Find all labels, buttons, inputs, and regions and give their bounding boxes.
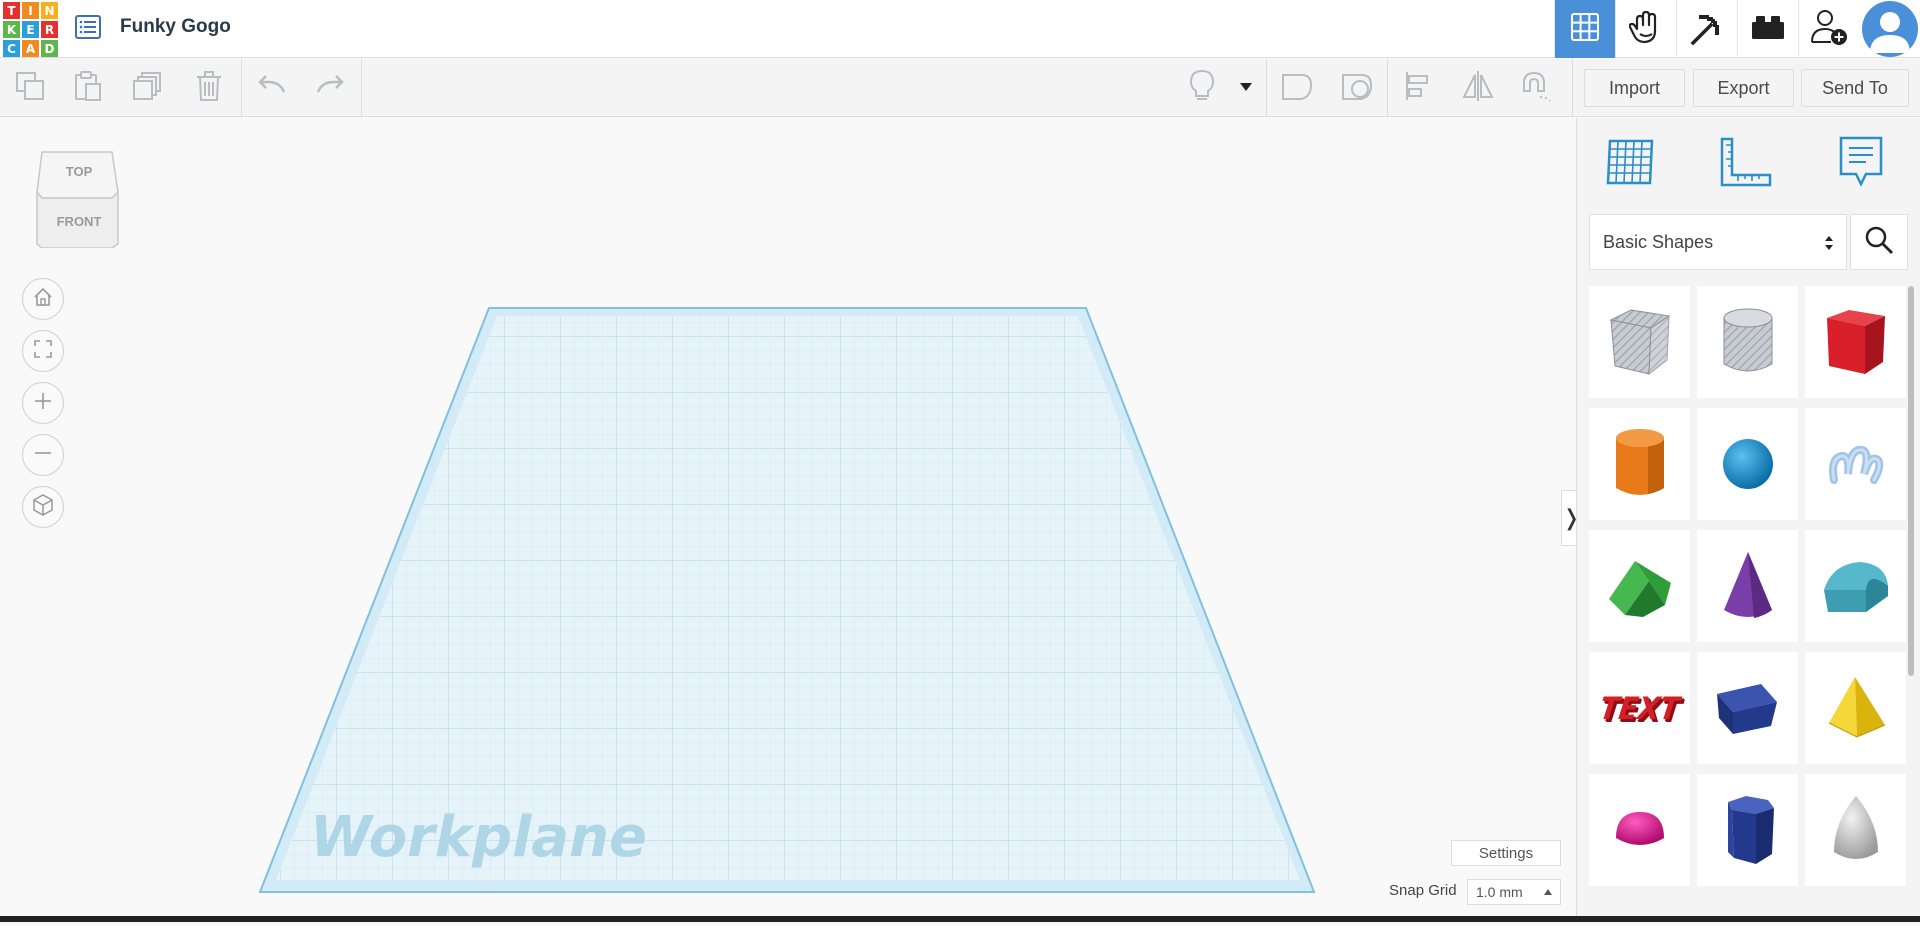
ruler-icon	[1718, 135, 1774, 194]
settings-button[interactable]: Settings	[1451, 840, 1561, 866]
hand-icon	[1628, 9, 1663, 50]
shape-wedge[interactable]	[1697, 652, 1798, 764]
solid-shape-button[interactable]	[1277, 69, 1317, 107]
workplane-grid-icon	[1604, 135, 1658, 194]
edit-toolbar: Import Export Send To	[0, 59, 1920, 117]
design-list-icon[interactable]	[74, 13, 102, 41]
logo-letter: I	[22, 2, 39, 19]
light-dropdown-button[interactable]	[1228, 69, 1264, 107]
export-button[interactable]: Export	[1693, 69, 1794, 107]
viewcube-top-label: TOP	[65, 164, 93, 179]
duplicate-button[interactable]	[128, 69, 168, 107]
notes-light-button[interactable]	[1182, 69, 1222, 107]
logo-letter: N	[41, 2, 58, 19]
workplane-label: Workplane	[310, 805, 647, 870]
shape-scribble[interactable]	[1805, 408, 1906, 520]
shape-roof[interactable]	[1589, 530, 1690, 642]
shapes-panel: Basic Shapes TEXT	[1576, 118, 1920, 922]
duplicate-icon	[132, 70, 164, 107]
ruler-tool-button[interactable]	[1716, 134, 1776, 194]
shape-cylinder-hole[interactable]	[1697, 286, 1798, 398]
shape-box-hole[interactable]	[1589, 286, 1690, 398]
logo-letter: A	[22, 40, 39, 57]
shape-polygon[interactable]	[1697, 774, 1798, 886]
snap-grid-value: 1.0 mm	[1476, 884, 1523, 900]
minecraft-button[interactable]	[1676, 0, 1737, 58]
shape-cone[interactable]	[1697, 530, 1798, 642]
logo-letter: K	[3, 21, 20, 38]
paste-icon	[72, 70, 104, 107]
cruise-button[interactable]	[1516, 69, 1556, 107]
trash-icon	[193, 70, 225, 107]
logo-letter: C	[3, 40, 20, 57]
redo-button[interactable]	[310, 69, 350, 107]
shape-box[interactable]	[1805, 286, 1906, 398]
mirror-icon	[1461, 69, 1495, 108]
codeblocks-button[interactable]	[1615, 0, 1676, 58]
shape-half-sphere[interactable]	[1589, 774, 1690, 886]
top-bar: TIN KER CAD Funky Gogo	[0, 0, 1920, 58]
shape-round-roof[interactable]	[1805, 530, 1906, 642]
panel-scrollbar[interactable]	[1908, 286, 1914, 676]
lightbulb-icon	[1188, 69, 1216, 108]
document-title[interactable]: Funky Gogo	[120, 16, 231, 38]
shape-library-select[interactable]: Basic Shapes	[1589, 214, 1847, 270]
shape-hole-icon	[1340, 69, 1374, 108]
top-right-buttons	[1554, 0, 1920, 58]
select-arrows-icon	[1824, 232, 1834, 254]
magnet-icon	[1518, 69, 1554, 108]
copy-icon	[14, 70, 46, 107]
workplane-tool-button[interactable]	[1601, 134, 1661, 194]
shape-cylinder[interactable]	[1589, 408, 1690, 520]
shape-search-button[interactable]	[1850, 214, 1908, 270]
shape-sphere[interactable]	[1697, 408, 1798, 520]
shape-grid: TEXT	[1589, 286, 1911, 926]
3d-design-view-button[interactable]	[1554, 0, 1615, 58]
mirror-button[interactable]	[1458, 69, 1498, 107]
hole-shape-button[interactable]	[1337, 69, 1377, 107]
user-avatar[interactable]	[1859, 0, 1920, 58]
snap-grid-label: Snap Grid	[1389, 882, 1457, 899]
tinkercad-logo[interactable]: TIN KER CAD	[2, 1, 58, 57]
delete-button[interactable]	[189, 69, 229, 107]
align-icon	[1403, 70, 1435, 107]
add-user-icon	[1809, 7, 1849, 52]
caret-down-icon	[1239, 79, 1253, 97]
logo-letter: T	[3, 2, 20, 19]
align-button[interactable]	[1399, 69, 1439, 107]
logo-letter: E	[22, 21, 39, 38]
shape-solid-icon	[1280, 69, 1314, 108]
snap-grid-select[interactable]: 1.0 mm	[1467, 879, 1561, 905]
brick-icon	[1750, 13, 1786, 46]
undo-icon	[256, 74, 288, 103]
import-button[interactable]: Import	[1584, 69, 1685, 107]
pickaxe-icon	[1689, 9, 1725, 50]
shape-paraboloid[interactable]	[1805, 774, 1906, 886]
shape-library-value: Basic Shapes	[1603, 231, 1714, 252]
undo-button[interactable]	[252, 69, 292, 107]
paste-button[interactable]	[68, 69, 108, 107]
logo-letter: D	[41, 40, 58, 57]
shape-pyramid[interactable]	[1805, 652, 1906, 764]
caret-up-icon	[1544, 889, 1552, 895]
invite-button[interactable]	[1798, 0, 1859, 58]
view-cube[interactable]: TOP FRONT	[34, 148, 124, 249]
logo-letter: R	[41, 21, 58, 38]
lego-bricks-button[interactable]	[1737, 0, 1798, 58]
shape-text[interactable]: TEXT	[1589, 652, 1690, 764]
send-to-button[interactable]: Send To	[1801, 69, 1909, 107]
note-icon	[1836, 134, 1886, 195]
viewcube-front-label: FRONT	[56, 214, 102, 229]
copy-button[interactable]	[10, 69, 50, 107]
redo-icon	[314, 74, 346, 103]
workplane[interactable]: Workplane	[0, 300, 1340, 905]
search-icon	[1864, 225, 1894, 260]
bottom-strip	[0, 916, 1920, 922]
grid-icon	[1570, 12, 1600, 47]
text-shape-label: TEXT	[1597, 689, 1682, 727]
notes-tool-button[interactable]	[1831, 134, 1891, 194]
